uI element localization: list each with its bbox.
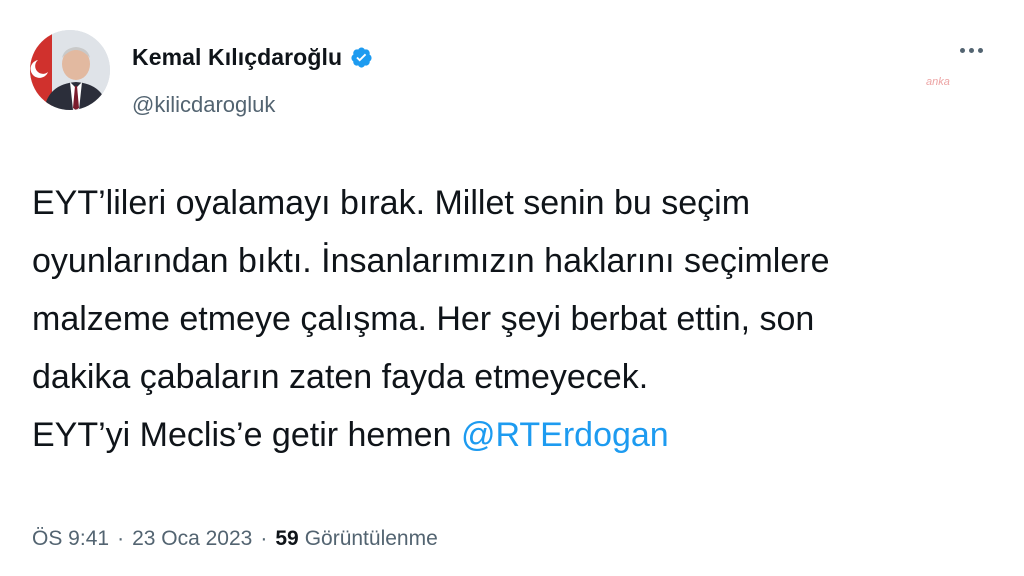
verified-badge-icon bbox=[351, 47, 372, 68]
tweet-text: EYT’lileri oyalamayı bırak. Millet senin… bbox=[32, 174, 992, 464]
tweet-date[interactable]: 23 Oca 2023 bbox=[132, 527, 252, 551]
tweet-text-line: EYT’lileri oyalamayı bırak. Millet senin… bbox=[32, 184, 751, 222]
tweet-text-line: dakika çabaların zaten fayda etmeyecek. bbox=[32, 358, 649, 396]
tweet-time[interactable]: ÖS 9:41 bbox=[32, 527, 109, 551]
more-options-icon[interactable] bbox=[960, 48, 983, 53]
author-name-row: Kemal Kılıçdaroğlu bbox=[132, 44, 373, 71]
tweet-text-line: malzeme etmeye çalışma. Her şeyi berbat … bbox=[32, 300, 815, 338]
author-handle[interactable]: @kilicdarogluk bbox=[132, 92, 275, 118]
views-label: Görüntülenme bbox=[304, 527, 438, 550]
tweet-card: Kemal Kılıçdaroğlu @kilicdarogluk anka E… bbox=[0, 0, 1024, 576]
author-display-name[interactable]: Kemal Kılıçdaroğlu bbox=[132, 44, 342, 71]
views-count: 59 bbox=[275, 527, 299, 550]
avatar-image bbox=[30, 30, 110, 110]
mention-link[interactable]: @RTErdogan bbox=[461, 416, 669, 454]
watermark-logo: anka bbox=[926, 76, 950, 88]
separator-dot: · bbox=[260, 527, 268, 550]
tweet-text-last-line: EYT’yi Meclis’e getir hemen @RTErdogan bbox=[32, 406, 992, 464]
tweet-text-line-prefix: EYT’yi Meclis’e getir hemen bbox=[32, 416, 452, 454]
avatar[interactable] bbox=[30, 30, 110, 110]
tweet-metadata: ÖS 9:41 · 23 Oca 2023 · 59 Görüntülenme bbox=[32, 527, 438, 551]
separator-dot: · bbox=[117, 527, 125, 550]
tweet-text-line: oyunlarından bıktı. İnsanlarımızın hakla… bbox=[32, 242, 830, 280]
